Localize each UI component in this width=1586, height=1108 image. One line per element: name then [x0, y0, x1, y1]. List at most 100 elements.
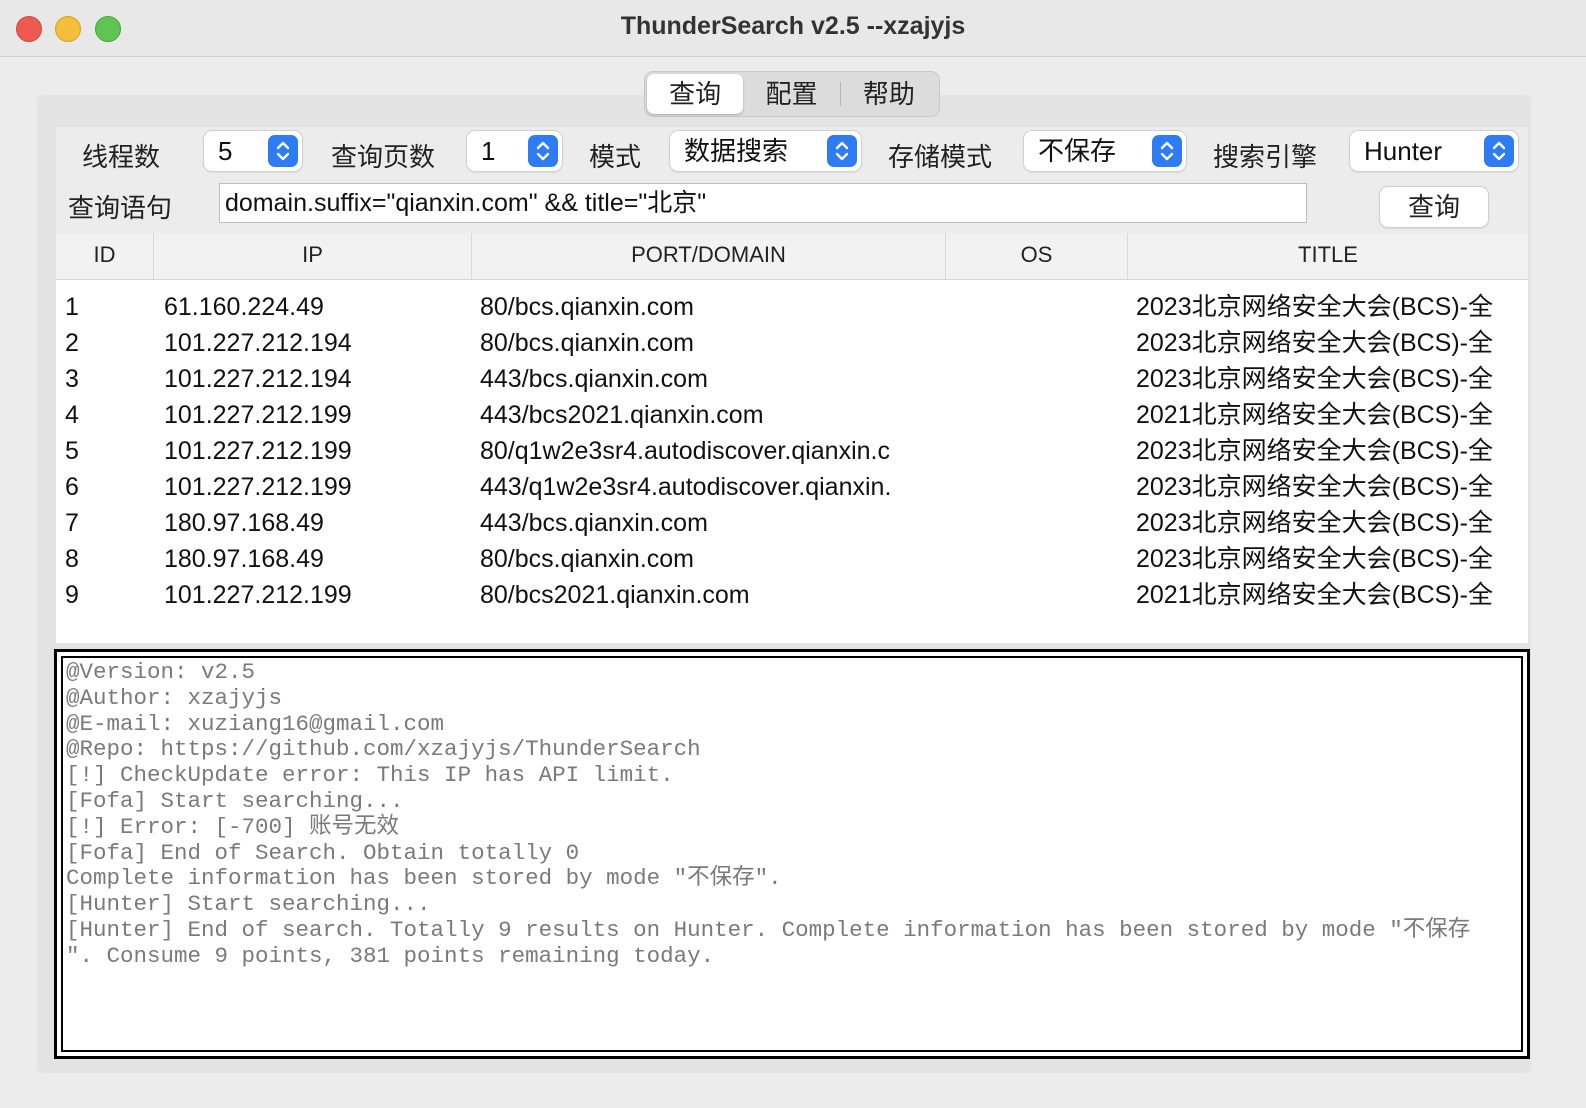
- title-bar: ThunderSearch v2.5 --xzajyjs: [0, 0, 1586, 57]
- tab-query[interactable]: 查询: [647, 74, 744, 114]
- cell-title: 2023北京网络安全大会(BCS)-全: [1136, 329, 1493, 357]
- cell-id: 6: [65, 473, 79, 501]
- log-line: [Hunter] Start searching...: [66, 891, 431, 918]
- storage-mode-select[interactable]: 不保存: [1024, 131, 1186, 171]
- tab-config[interactable]: 配置: [743, 74, 839, 114]
- log-line: [Hunter] End of search. Totally 9 result…: [66, 916, 1471, 943]
- results-table: ID IP PORT/DOMAIN OS TITLE 1 61.160.224.…: [56, 233, 1528, 643]
- cell-port-domain: 443/q1w2e3sr4.autodiscover.qianxin.: [480, 473, 892, 501]
- cell-id: 3: [65, 365, 79, 393]
- cell-id: 7: [65, 509, 79, 537]
- log-output[interactable]: @Version: v2.5 @Author: xzajyjs @E-mail: x…: [61, 656, 1523, 1052]
- search-engine-value: Hunter: [1364, 136, 1443, 166]
- cell-port-domain: 80/bcs.qianxin.com: [480, 293, 695, 321]
- query-button[interactable]: 查询: [1380, 187, 1488, 227]
- cell-os: [954, 433, 1124, 469]
- log-line: [Fofa] End of Search. Obtain totally 0: [66, 839, 580, 866]
- cell-title: 2021北京网络安全大会(BCS)-全: [1136, 401, 1493, 429]
- storage-mode-label: 存储模式: [888, 142, 993, 172]
- mode-value: 数据搜索: [684, 136, 789, 166]
- log-line: @E-mail: xuziang16@gmail.com: [66, 710, 445, 737]
- column-header-port-domain[interactable]: PORT/DOMAIN: [472, 233, 946, 279]
- query-input[interactable]: domain.suffix="qianxin.com" && title="北京…: [219, 183, 1307, 223]
- pages-value: 1: [481, 136, 496, 166]
- table-row[interactable]: 8 180.97.168.49 80/bcs.qianxin.com 2023北…: [56, 541, 1528, 577]
- table-row[interactable]: 3 101.227.212.194 443/bcs.qianxin.com 20…: [56, 361, 1528, 397]
- cell-title: 2023北京网络安全大会(BCS)-全: [1136, 293, 1493, 321]
- cell-os: [954, 397, 1124, 433]
- table-header: ID IP PORT/DOMAIN OS TITLE: [56, 233, 1528, 280]
- cell-os: [954, 541, 1124, 577]
- mode-select[interactable]: 数据搜索: [670, 131, 861, 171]
- cell-id: 9: [65, 581, 79, 609]
- cell-port-domain: 80/q1w2e3sr4.autodiscover.qianxin.c: [480, 437, 890, 465]
- cell-port-domain: 80/bcs.qianxin.com: [480, 329, 695, 357]
- cell-id: 4: [65, 401, 79, 429]
- app-window: ThunderSearch v2.5 --xzajyjs 查询 配置 帮助 线程…: [0, 0, 1586, 1108]
- cell-os: [954, 325, 1124, 361]
- window-title: ThunderSearch v2.5 --xzajyjs: [620, 12, 966, 40]
- cell-title: 2023北京网络安全大会(BCS)-全: [1136, 545, 1493, 573]
- tab-help[interactable]: 帮助: [841, 74, 937, 114]
- log-output-frame: @Version: v2.5 @Author: xzajyjs @E-mail: x…: [54, 649, 1530, 1059]
- threads-label: 线程数: [82, 142, 161, 172]
- cell-os: [954, 361, 1124, 397]
- log-line: @Author: xzajyjs: [66, 684, 283, 711]
- log-line: @Version: v2.5: [66, 659, 256, 685]
- cell-os: [954, 505, 1124, 541]
- table-body: 1 61.160.224.49 80/bcs.qianxin.com 2023北…: [56, 289, 1528, 613]
- cell-id: 8: [65, 545, 79, 573]
- table-row[interactable]: 2 101.227.212.194 80/bcs.qianxin.com 202…: [56, 325, 1528, 361]
- tab-bar: 查询 配置 帮助: [644, 71, 940, 117]
- table-row[interactable]: 7 180.97.168.49 443/bcs.qianxin.com 2023…: [56, 505, 1528, 541]
- cell-os: [954, 577, 1124, 613]
- log-line: @Repo: https://github.com/xzajyjs/Thunde…: [66, 736, 701, 763]
- cell-id: 2: [65, 329, 79, 357]
- cell-title: 2023北京网络安全大会(BCS)-全: [1136, 437, 1493, 465]
- cell-title: 2021北京网络安全大会(BCS)-全: [1136, 581, 1493, 609]
- cell-ip: 101.227.212.199: [164, 473, 352, 501]
- cell-ip: 101.227.212.199: [164, 581, 352, 609]
- cell-ip: 61.160.224.49: [164, 293, 324, 321]
- cell-ip: 101.227.212.194: [164, 365, 352, 393]
- table-row[interactable]: 4 101.227.212.199 443/bcs2021.qianxin.co…: [56, 397, 1528, 433]
- cell-title: 2023北京网络安全大会(BCS)-全: [1136, 473, 1493, 501]
- cell-port-domain: 443/bcs2021.qianxin.com: [480, 401, 764, 429]
- cell-port-domain: 80/bcs2021.qianxin.com: [480, 581, 750, 609]
- column-header-title[interactable]: TITLE: [1128, 233, 1528, 279]
- table-row[interactable]: 1 61.160.224.49 80/bcs.qianxin.com 2023北…: [56, 289, 1528, 325]
- cell-ip: 101.227.212.199: [164, 401, 352, 429]
- column-header-os[interactable]: OS: [946, 233, 1128, 279]
- log-line: Complete information has been stored by …: [66, 865, 782, 892]
- column-header-ip[interactable]: IP: [154, 233, 472, 279]
- storage-mode-value: 不保存: [1038, 136, 1117, 166]
- search-engine-select[interactable]: Hunter: [1350, 131, 1518, 171]
- table-row[interactable]: 9 101.227.212.199 80/bcs2021.qianxin.com…: [56, 577, 1528, 613]
- log-line: [Fofa] Start searching...: [66, 787, 404, 814]
- mode-label: 模式: [589, 142, 642, 172]
- cell-id: 5: [65, 437, 79, 465]
- engine-chevron-updown-icon: [1484, 135, 1514, 167]
- log-line: [!] CheckUpdate error: This IP has API l…: [66, 762, 674, 789]
- threads-chevron-updown-icon: [268, 135, 298, 167]
- pages-chevron-updown-icon: [528, 135, 558, 167]
- search-engine-label: 搜索引擎: [1213, 142, 1318, 172]
- mode-chevron-updown-icon: [827, 135, 857, 167]
- cell-title: 2023北京网络安全大会(BCS)-全: [1136, 509, 1493, 537]
- table-row[interactable]: 5 101.227.212.199 80/q1w2e3sr4.autodisco…: [56, 433, 1528, 469]
- cell-port-domain: 443/bcs.qianxin.com: [480, 365, 708, 393]
- cell-ip: 101.227.212.194: [164, 329, 352, 357]
- threads-value: 5: [218, 136, 233, 166]
- cell-os: [954, 289, 1124, 325]
- column-header-id[interactable]: ID: [56, 233, 154, 279]
- cell-ip: 101.227.212.199: [164, 437, 352, 465]
- cell-ip: 180.97.168.49: [164, 509, 324, 537]
- threads-select[interactable]: 5: [204, 131, 302, 171]
- cell-title: 2023北京网络安全大会(BCS)-全: [1136, 365, 1493, 393]
- cell-id: 1: [65, 293, 79, 321]
- log-line: ". Consume 9 points, 381 points remainin…: [66, 942, 715, 969]
- cell-port-domain: 443/bcs.qianxin.com: [480, 509, 708, 537]
- pages-select[interactable]: 1: [467, 131, 562, 171]
- log-line: [!] Error: [-700] 账号无效: [66, 813, 400, 840]
- table-row[interactable]: 6 101.227.212.199 443/q1w2e3sr4.autodisc…: [56, 469, 1528, 505]
